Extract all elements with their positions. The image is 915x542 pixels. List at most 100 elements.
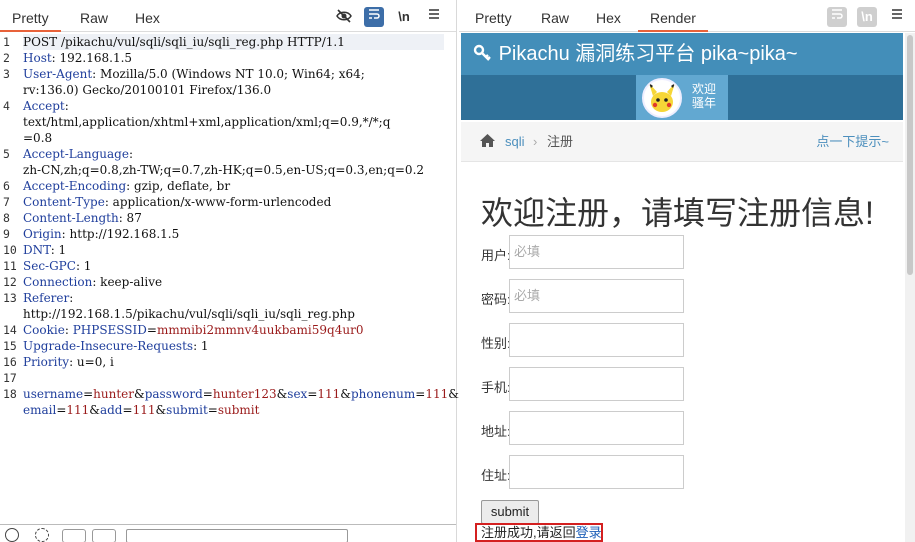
request-token: User-Agent	[23, 67, 93, 81]
line-number: 5	[3, 147, 10, 161]
request-line: Origin: http://192.168.1.5	[23, 226, 179, 242]
wrap-icon[interactable]	[364, 7, 384, 27]
line-number: 11	[3, 259, 17, 273]
request-token: : u=0, i	[69, 355, 114, 369]
username-field[interactable]: 必填	[509, 235, 684, 269]
tab-raw[interactable]: Raw	[68, 0, 120, 32]
result-message: 注册成功,请返回登录	[475, 523, 603, 542]
request-pane: Pretty Raw Hex \n 1 POST /pikachu/vul/sql…	[0, 0, 459, 542]
username-label: 用户:	[481, 248, 511, 263]
request-token: : gzip, deflate, br	[126, 179, 231, 193]
tab-hex[interactable]: Hex	[584, 0, 633, 32]
address-label: 住址:	[481, 468, 511, 483]
request-token: text/html,application/xhtml+xml,applicat…	[23, 115, 391, 129]
request-token: Connection	[23, 275, 93, 289]
line-number: 10	[3, 243, 17, 257]
sex-label: 性别:	[481, 336, 511, 351]
request-line: Content-Type: application/x-www-form-url…	[23, 194, 331, 210]
help-icon[interactable]	[5, 528, 19, 542]
line-number: 7	[3, 195, 10, 209]
request-token: : 1	[75, 259, 92, 273]
request-token: DNT	[23, 243, 51, 257]
hint-link[interactable]: 点一下提示~	[816, 122, 889, 162]
request-line: User-Agent: Mozilla/5.0 (Windows NT 10.0…	[23, 66, 365, 82]
request-token: :	[64, 323, 73, 337]
request-line: Connection: keep-alive	[23, 274, 162, 290]
password-label: 密码:	[481, 292, 511, 307]
tab-render[interactable]: Render	[638, 0, 708, 32]
request-token: : application/x-www-form-urlencoded	[104, 195, 332, 209]
scrollbar-thumb[interactable]	[907, 35, 913, 275]
response-tabbar: Pretty Raw Hex Render \n	[459, 0, 915, 32]
user-welcome[interactable]: 欢迎 骚年	[636, 75, 728, 120]
request-token: =	[83, 387, 94, 401]
newline-toggle[interactable]: \n	[857, 7, 877, 27]
tab-pretty[interactable]: Pretty	[0, 0, 61, 32]
tab-hex[interactable]: Hex	[123, 0, 172, 32]
menu-icon[interactable]	[887, 7, 907, 27]
request-token: &	[276, 387, 288, 401]
request-token: phonenum	[350, 387, 416, 401]
welcome-text: 欢迎 骚年	[692, 82, 717, 110]
request-token: :	[64, 99, 69, 113]
line-number: 12	[3, 275, 17, 289]
back-button[interactable]	[62, 529, 86, 542]
breadcrumb-sqli-link[interactable]: sqli	[505, 122, 525, 162]
request-token: submit	[217, 403, 260, 417]
email-field[interactable]	[509, 411, 684, 445]
request-token: mmmibi2mmnv4uukbami59q4ur0	[156, 323, 364, 337]
response-pane: Pretty Raw Hex Render \n Pikachu 漏洞练习平台 …	[459, 0, 915, 542]
line-number: 1	[3, 35, 10, 49]
submit-button[interactable]: submit	[481, 500, 539, 524]
tab-raw[interactable]: Raw	[529, 0, 581, 32]
avatar	[642, 78, 682, 118]
newline-toggle[interactable]: \n	[394, 7, 414, 27]
request-token: http://192.168.1.5/pikachu/vul/sqli/sqli…	[23, 307, 355, 321]
tab-pretty[interactable]: Pretty	[463, 0, 524, 32]
menu-icon[interactable]	[424, 7, 444, 27]
scrollbar[interactable]	[905, 33, 915, 542]
request-token: =	[207, 403, 218, 417]
request-token: =	[56, 403, 67, 417]
request-token: Upgrade-Insecure-Requests	[23, 339, 194, 353]
request-token: sex	[287, 387, 308, 401]
login-link[interactable]: 登录	[576, 525, 602, 540]
request-token: POST /pikachu/vul/sqli/sqli_iu/sqli_reg.…	[23, 35, 345, 49]
request-token: =	[146, 323, 157, 337]
forward-button[interactable]	[92, 529, 116, 542]
request-line: Upgrade-Insecure-Requests: 1	[23, 338, 209, 354]
line-number: 17	[3, 371, 17, 385]
password-field[interactable]: 必填	[509, 279, 684, 313]
phone-field[interactable]	[509, 367, 684, 401]
breadcrumb: sqli › 注册 点一下提示~	[461, 122, 903, 162]
search-input[interactable]	[126, 529, 348, 542]
request-token: : keep-alive	[92, 275, 163, 289]
sex-field[interactable]	[509, 323, 684, 357]
request-token: : 192.168.1.5	[51, 51, 133, 65]
request-token: =	[307, 387, 318, 401]
request-token: &	[89, 403, 100, 417]
request-token: Content-Length	[23, 211, 119, 225]
eye-off-icon[interactable]	[334, 7, 354, 27]
page-title: 欢迎注册，请填写注册信息!	[481, 195, 874, 231]
request-token: username	[23, 387, 84, 401]
request-token: Priority	[23, 355, 70, 369]
request-line: email=111&add=111&submit=submit	[23, 402, 259, 418]
address-field[interactable]	[509, 455, 684, 489]
request-token: : Mozilla/5.0 (Windows NT 10.0; Win64; x…	[92, 67, 365, 81]
request-token: =	[202, 387, 213, 401]
request-token: Cookie	[23, 323, 65, 337]
request-line: Accept:	[23, 98, 69, 114]
line-number: 3	[3, 67, 10, 81]
request-token: add	[99, 403, 123, 417]
home-icon[interactable]	[479, 122, 496, 162]
settings-icon[interactable]	[35, 528, 49, 542]
request-token: =	[122, 403, 133, 417]
request-token: Referer	[23, 291, 70, 305]
request-token: 111	[317, 387, 341, 401]
line-number: 4	[3, 99, 10, 113]
request-token: PHPSESSID	[72, 323, 147, 337]
request-line: Accept-Encoding: gzip, deflate, br	[23, 178, 230, 194]
wrap-icon[interactable]	[827, 7, 847, 27]
request-token: Sec-GPC	[23, 259, 76, 273]
